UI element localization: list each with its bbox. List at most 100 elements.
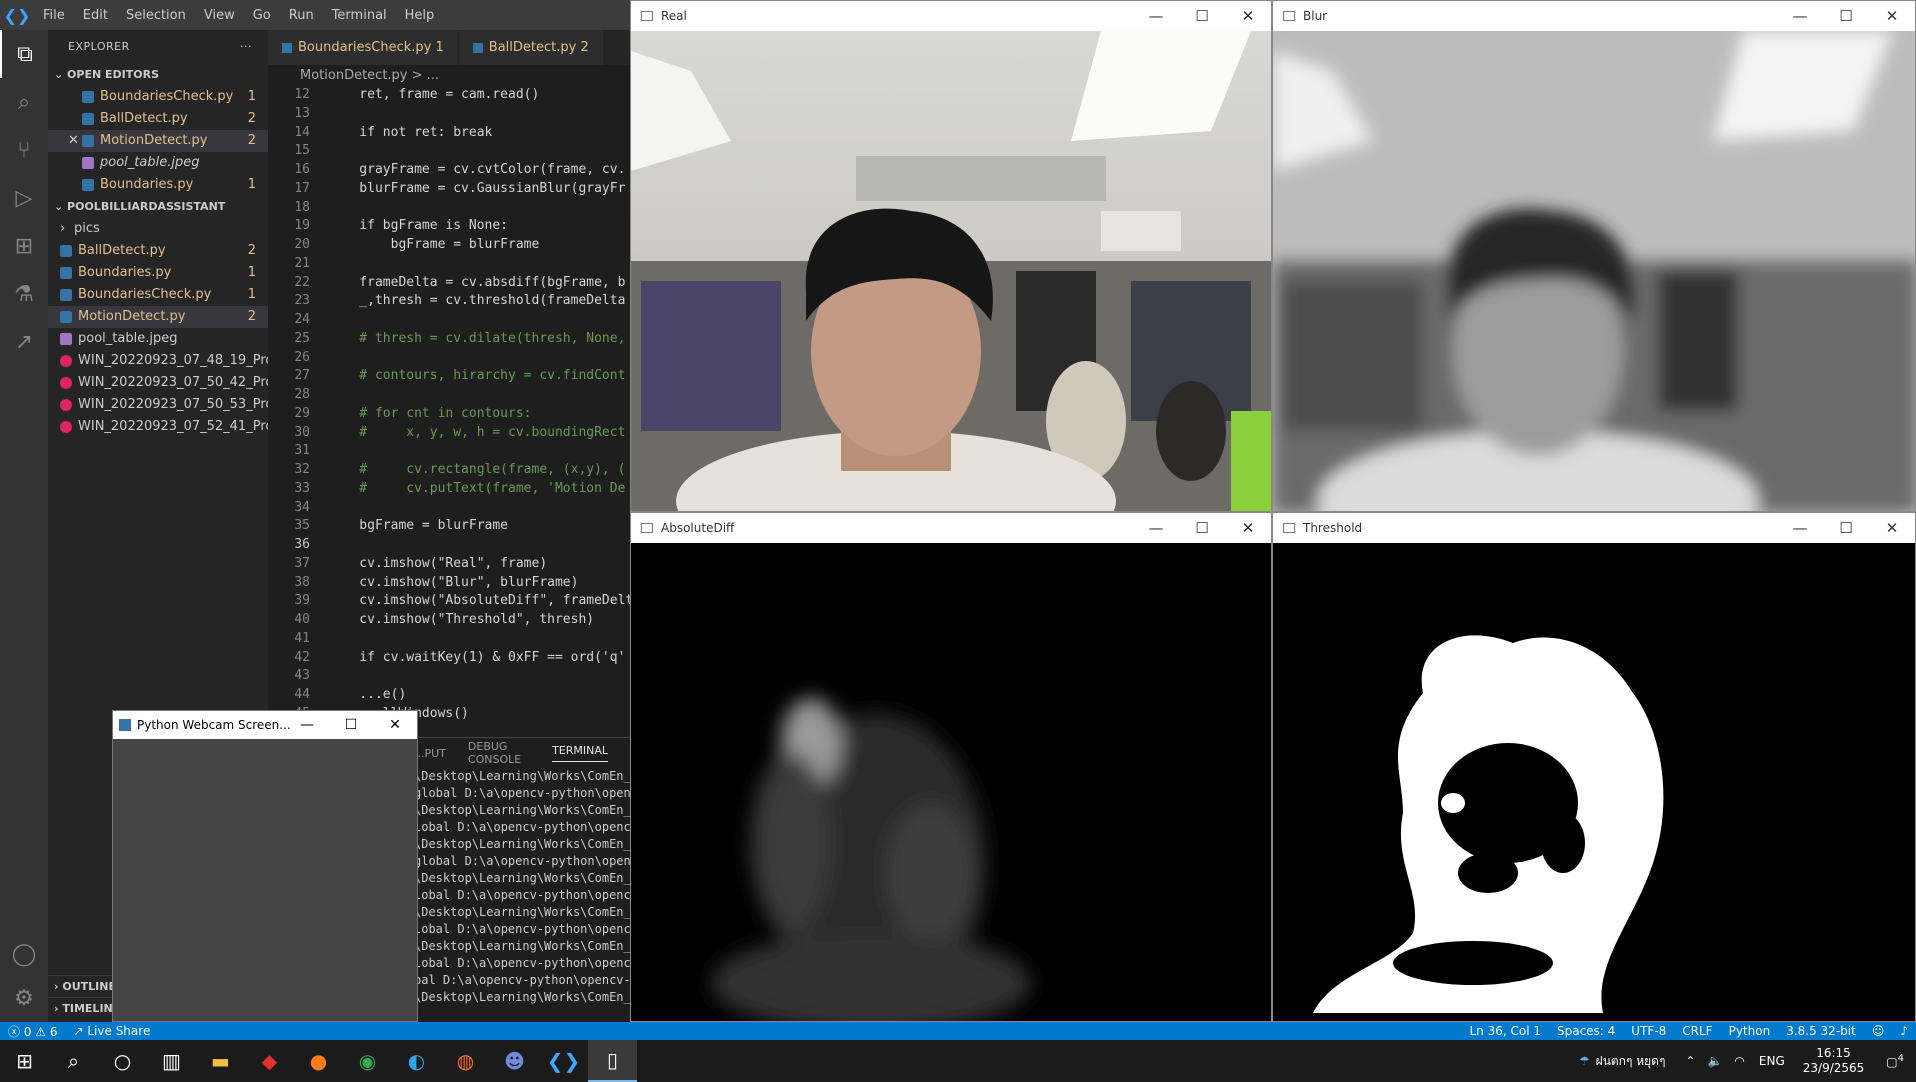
breadcrumb[interactable]: MotionDetect.py > ... bbox=[268, 65, 630, 87]
maximize-button[interactable]: ☐ bbox=[1179, 519, 1225, 537]
problems-indicator[interactable]: ⓧ 0 ⚠ 6 bbox=[0, 1023, 66, 1040]
indent-setting[interactable]: Spaces: 4 bbox=[1549, 1024, 1623, 1038]
close-button[interactable]: ✕ bbox=[373, 717, 417, 733]
code-line[interactable]: if bgFrame is None: bbox=[328, 218, 508, 233]
account-icon[interactable]: ◯ bbox=[0, 930, 48, 978]
task-view-icon[interactable]: ▥ bbox=[147, 1040, 196, 1082]
wifi-icon[interactable]: ◠ bbox=[1728, 1054, 1750, 1068]
open-editors-section[interactable]: ⌄ OPEN EDITORS bbox=[48, 64, 268, 86]
menu-edit[interactable]: Edit bbox=[74, 8, 117, 23]
window-titlebar[interactable]: AbsoluteDiff — ☐ ✕ bbox=[631, 513, 1271, 543]
game-app-icon[interactable]: ◆ bbox=[245, 1040, 294, 1082]
code-line[interactable]: blurFrame = cv.GaussianBlur(grayFr bbox=[328, 181, 625, 196]
notification-icon[interactable]: ▢4 bbox=[1874, 1053, 1916, 1069]
maximize-button[interactable]: ☐ bbox=[1823, 519, 1869, 537]
tab-debug-console[interactable]: DEBUG CONSOLE bbox=[468, 740, 530, 766]
python-window-icon[interactable]: ▯ bbox=[588, 1040, 637, 1082]
file-item[interactable]: WIN_20220923_07_48_19_Pro.... bbox=[48, 350, 268, 372]
discord-icon[interactable]: ☻ bbox=[490, 1040, 539, 1082]
code-line[interactable]: if not ret: break bbox=[328, 125, 492, 140]
minimize-button[interactable]: — bbox=[285, 717, 329, 733]
python-interpreter[interactable]: 3.8.5 32-bit bbox=[1778, 1024, 1864, 1038]
testing-icon[interactable]: ⚗ bbox=[0, 270, 48, 318]
menu-go[interactable]: Go bbox=[244, 8, 280, 23]
maximize-button[interactable]: ☐ bbox=[1179, 7, 1225, 25]
blender-icon[interactable]: ◍ bbox=[441, 1040, 490, 1082]
code-line[interactable]: bgFrame = blurFrame bbox=[328, 237, 540, 252]
project-section[interactable]: ⌄ POOLBILLIARDASSISTANT bbox=[48, 196, 268, 218]
tab-balldetect[interactable]: BallDetect.py 2 bbox=[458, 30, 604, 65]
open-editor-item[interactable]: pool_table.jpeg bbox=[48, 152, 268, 174]
cursor-position[interactable]: Ln 36, Col 1 bbox=[1461, 1024, 1549, 1038]
code-line[interactable]: bgFrame = blurFrame bbox=[328, 518, 508, 533]
open-editor-item[interactable]: BoundariesCheck.py 1 bbox=[48, 86, 268, 108]
code-line[interactable]: cv.imshow("Threshold", thresh) bbox=[328, 612, 594, 627]
folder-item[interactable]: › pics bbox=[48, 218, 268, 240]
file-item[interactable]: WIN_20220923_07_52_41_Pro.... bbox=[48, 416, 268, 438]
code-line[interactable]: cv.imshow("Real", frame) bbox=[328, 556, 547, 571]
edge-icon[interactable]: ◐ bbox=[392, 1040, 441, 1082]
code-line[interactable]: cv.imshow("Blur", blurFrame) bbox=[328, 575, 578, 590]
code-line[interactable]: ret, frame = cam.read() bbox=[328, 87, 539, 102]
minimize-button[interactable]: — bbox=[1133, 7, 1179, 25]
close-icon[interactable]: ✕ bbox=[68, 130, 82, 152]
firefox-icon[interactable]: ● bbox=[294, 1040, 343, 1082]
run-debug-icon[interactable]: ▷ bbox=[0, 174, 48, 222]
feedback-icon[interactable]: ☺ bbox=[1864, 1024, 1893, 1038]
search-icon[interactable]: ⌕ bbox=[49, 1040, 98, 1082]
window-titlebar[interactable]: Threshold — ☐ ✕ bbox=[1273, 513, 1915, 543]
menu-view[interactable]: View bbox=[195, 8, 244, 23]
minimize-button[interactable]: — bbox=[1777, 7, 1823, 25]
code-line[interactable]: # x, y, w, h = cv.boundingRect bbox=[328, 425, 625, 440]
minimize-button[interactable]: — bbox=[1133, 519, 1179, 537]
open-editor-item[interactable]: ✕ MotionDetect.py 2 bbox=[48, 130, 268, 152]
input-language[interactable]: ENG bbox=[1751, 1054, 1793, 1068]
file-item[interactable]: BallDetect.py 2 bbox=[48, 240, 268, 262]
file-item[interactable]: WIN_20220923_07_50_53_Pro.... bbox=[48, 394, 268, 416]
window-titlebar[interactable]: Blur — ☐ ✕ bbox=[1273, 1, 1915, 31]
code-line[interactable]: if cv.waitKey(1) & 0xFF == ord('q' bbox=[328, 650, 625, 665]
source-control-icon[interactable]: ⑂ bbox=[0, 126, 48, 174]
live-share-icon[interactable]: ↗ bbox=[0, 318, 48, 366]
explorer-more-button[interactable]: ··· bbox=[240, 30, 252, 64]
close-button[interactable]: ✕ bbox=[1225, 7, 1271, 25]
code-line[interactable]: # thresh = cv.dilate(thresh, None, bbox=[328, 331, 625, 346]
file-item[interactable]: WIN_20220923_07_50_42_Pro.... bbox=[48, 372, 268, 394]
cortana-icon[interactable]: ○ bbox=[98, 1040, 147, 1082]
menu-file[interactable]: File bbox=[34, 8, 74, 23]
language-mode[interactable]: Python bbox=[1721, 1024, 1779, 1038]
search-icon[interactable]: ⌕ bbox=[0, 78, 48, 126]
file-explorer-icon[interactable]: ▬ bbox=[196, 1040, 245, 1082]
code-line[interactable]: # cv.rectangle(frame, (x,y), ( bbox=[328, 462, 625, 477]
code-line[interactable]: grayFrame = cv.cvtColor(frame, cv. bbox=[328, 162, 625, 177]
eol-setting[interactable]: CRLF bbox=[1674, 1024, 1720, 1038]
file-item[interactable]: pool_table.jpeg bbox=[48, 328, 268, 350]
close-button[interactable]: ✕ bbox=[1869, 519, 1915, 537]
live-share-button[interactable]: ↗ Live Share bbox=[66, 1024, 159, 1038]
menu-terminal[interactable]: Terminal bbox=[323, 8, 396, 23]
tab-output[interactable]: ...PUT bbox=[414, 747, 446, 760]
volume-icon[interactable]: 🔈 bbox=[1701, 1054, 1728, 1068]
bell-icon[interactable]: ♪ bbox=[1892, 1024, 1916, 1038]
window-titlebar[interactable]: Real — ☐ ✕ bbox=[631, 1, 1271, 31]
maximize-button[interactable]: ☐ bbox=[1823, 7, 1869, 25]
code-line[interactable]: cv.imshow("AbsoluteDiff", frameDelt bbox=[328, 593, 630, 608]
file-item[interactable]: MotionDetect.py 2 bbox=[48, 306, 268, 328]
tab-terminal[interactable]: TERMINAL bbox=[552, 744, 608, 762]
start-button-icon[interactable]: ⊞ bbox=[0, 1040, 49, 1082]
code-line[interactable]: # contours, hirarchy = cv.findCont bbox=[328, 368, 625, 383]
vscode-icon[interactable]: ❮❯ bbox=[539, 1040, 588, 1082]
encoding-setting[interactable]: UTF-8 bbox=[1623, 1024, 1674, 1038]
chrome-icon[interactable]: ◉ bbox=[343, 1040, 392, 1082]
code-line[interactable]: # cv.putText(frame, 'Motion De bbox=[328, 481, 625, 496]
explorer-icon[interactable]: ⧉ bbox=[0, 30, 48, 78]
code-editor[interactable]: 12 ret, frame = cam.read() 13 14 if not re… bbox=[268, 87, 630, 737]
clock[interactable]: 16:15 23/9/2565 bbox=[1793, 1046, 1875, 1076]
file-item[interactable]: Boundaries.py 1 bbox=[48, 262, 268, 284]
close-button[interactable]: ✕ bbox=[1225, 519, 1271, 537]
close-button[interactable]: ✕ bbox=[1869, 7, 1915, 25]
menu-help[interactable]: Help bbox=[396, 8, 444, 23]
code-line[interactable]: # for cnt in contours: bbox=[328, 406, 531, 421]
code-line[interactable]: ...e() bbox=[328, 687, 406, 702]
open-editor-item[interactable]: BallDetect.py 2 bbox=[48, 108, 268, 130]
